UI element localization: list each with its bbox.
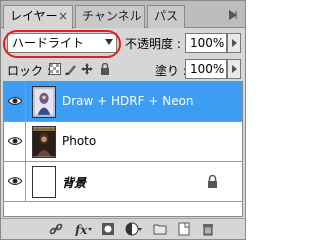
- svg-text:fx: fx: [75, 223, 88, 236]
- trash-icon[interactable]: [201, 222, 215, 236]
- tab-layers[interactable]: レイヤー ×: [3, 5, 73, 29]
- layer-thumbnail: [32, 126, 56, 158]
- lock-row: ロック : 塗り : 100%: [1, 58, 245, 82]
- layer-row[interactable]: Photo: [4, 122, 242, 162]
- highlight-oval: [3, 30, 121, 58]
- lock-position-icon[interactable]: [81, 63, 93, 75]
- bottom-toolbar: fx: [1, 218, 245, 239]
- panel-menu-icon[interactable]: [227, 9, 239, 21]
- visibility-toggle[interactable]: [4, 122, 26, 161]
- tab-channels-label: チャンネル: [82, 9, 142, 23]
- eye-icon: [8, 137, 22, 145]
- layer-thumbnail: [32, 86, 56, 118]
- eye-icon: [8, 97, 22, 105]
- opacity-label: 不透明度 :: [125, 37, 181, 51]
- lock-image-icon[interactable]: [65, 63, 77, 75]
- lock-label: ロック :: [7, 64, 51, 78]
- opacity-input[interactable]: 100%: [185, 33, 227, 53]
- lock-icon: [208, 175, 217, 188]
- layer-name: Photo: [62, 134, 97, 148]
- tab-layers-label: レイヤー: [10, 9, 58, 23]
- adjustment-icon[interactable]: [125, 222, 143, 236]
- fill-input[interactable]: 100%: [185, 59, 227, 79]
- tab-bar: レイヤー × チャンネル パス: [1, 1, 245, 29]
- tab-paths[interactable]: パス: [147, 5, 185, 28]
- fill-label: 塗り :: [155, 64, 187, 78]
- layers-panel: レイヤー × チャンネル パス ハードライト 不透明度 : 100% ロック :: [0, 0, 246, 240]
- layer-thumbnail: [32, 166, 56, 198]
- lock-transparent-icon[interactable]: [49, 63, 61, 75]
- tab-paths-label: パス: [154, 9, 179, 23]
- layers-list: Draw + HDRF + Neon Photo 背景: [3, 81, 243, 217]
- layer-row[interactable]: 背景: [4, 162, 242, 202]
- layer-name: Draw + HDRF + Neon: [62, 94, 194, 108]
- fx-icon[interactable]: fx: [75, 222, 93, 236]
- close-icon[interactable]: ×: [58, 6, 68, 27]
- tab-channels[interactable]: チャンネル: [75, 5, 145, 28]
- fill-slider-button[interactable]: [227, 59, 241, 79]
- group-folder-icon[interactable]: [153, 222, 167, 236]
- eye-icon: [8, 177, 22, 185]
- opacity-slider-button[interactable]: [227, 33, 241, 53]
- lock-all-icon[interactable]: [99, 63, 111, 75]
- visibility-toggle[interactable]: [4, 162, 26, 201]
- link-icon[interactable]: [49, 222, 63, 236]
- blend-row: ハードライト 不透明度 : 100%: [1, 29, 245, 58]
- mask-icon[interactable]: [101, 222, 115, 236]
- new-layer-icon[interactable]: [177, 222, 191, 236]
- visibility-toggle[interactable]: [4, 82, 26, 121]
- layer-name: 背景: [62, 176, 87, 190]
- layer-row[interactable]: Draw + HDRF + Neon: [4, 82, 242, 122]
